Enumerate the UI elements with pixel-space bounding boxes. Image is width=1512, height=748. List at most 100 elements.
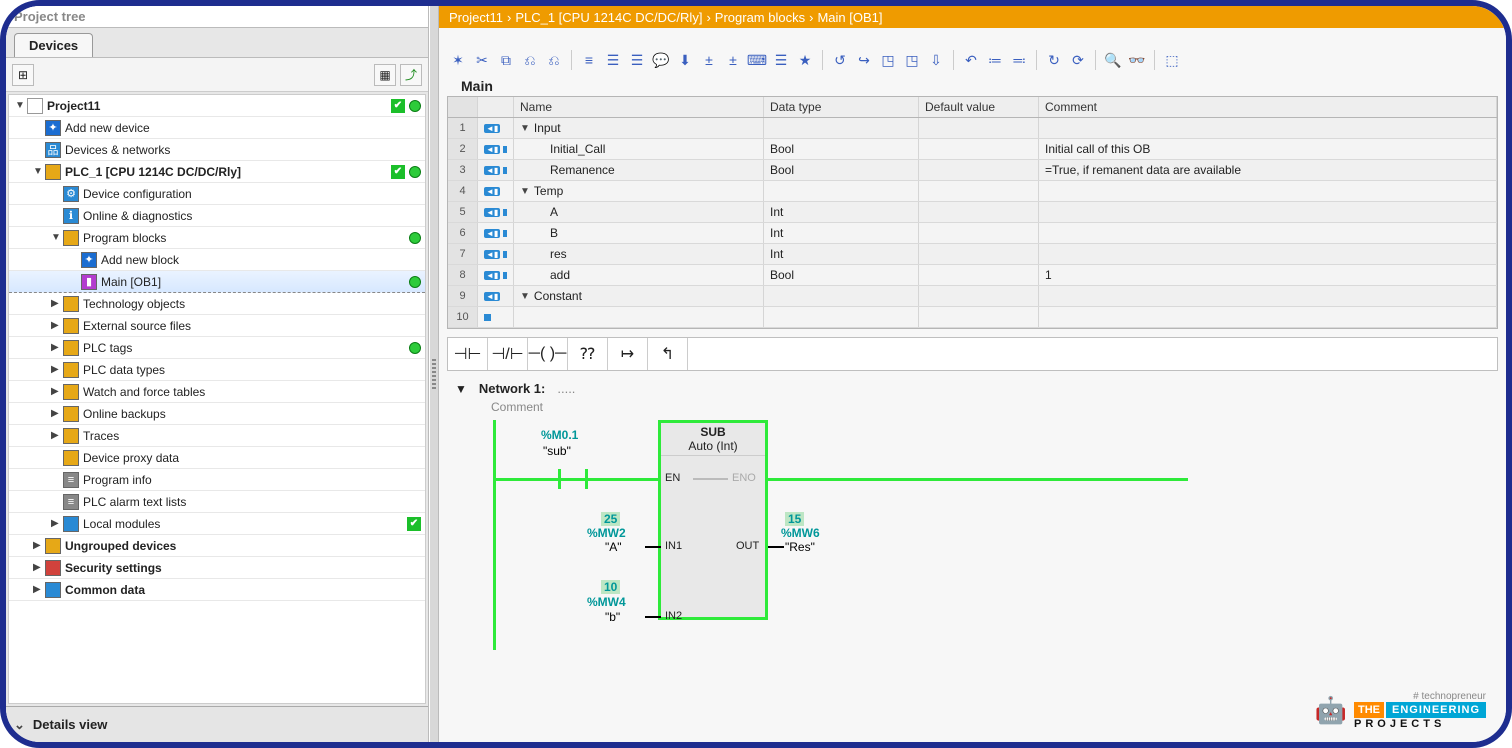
breadcrumb-item[interactable]: PLC_1 [CPU 1214C DC/DC/Rly] — [515, 10, 702, 25]
toolbar-button[interactable]: ☰ — [626, 49, 648, 71]
network-title[interactable]: Network 1: — [479, 381, 545, 396]
tree-item[interactable]: ▶Common data — [9, 579, 425, 601]
tree-item[interactable]: ✦Add new device — [9, 117, 425, 139]
ladder-tool-button[interactable]: ─( )─ — [528, 338, 568, 370]
toolbar-button[interactable]: ⬇ — [674, 49, 696, 71]
col-default[interactable]: Default value — [919, 97, 1039, 117]
ladder-tool-button[interactable]: ⊣⊢ — [448, 338, 488, 370]
toolbar-button[interactable]: ⎌ — [543, 49, 565, 71]
variable-row[interactable]: 1◄▮▼ Input — [448, 118, 1497, 139]
toolbar-button[interactable]: ≕ — [1008, 49, 1030, 71]
vertical-splitter[interactable] — [429, 6, 439, 742]
online-dot-icon — [409, 100, 421, 112]
in1-symbol: "A" — [605, 540, 622, 554]
toolbar-button[interactable]: ☰ — [602, 49, 624, 71]
tree-item[interactable]: ⚙Device configuration — [9, 183, 425, 205]
toolbar-button[interactable]: ↻ — [1043, 49, 1065, 71]
variable-row[interactable]: 4◄▮▼ Temp — [448, 181, 1497, 202]
online-dot-icon — [409, 232, 421, 244]
breadcrumb-item[interactable]: Program blocks — [715, 10, 805, 25]
tree-item[interactable]: ▮Main [OB1] — [9, 271, 425, 293]
panel-pin-icon[interactable]: ▯ — [396, 8, 404, 25]
tree-item[interactable]: ▼PLC_1 [CPU 1214C DC/DC/Rly]✔ — [9, 161, 425, 183]
out-address: %MW6 — [781, 526, 820, 540]
tree-item[interactable]: Device proxy data — [9, 447, 425, 469]
toolbar-button[interactable]: ⟳ — [1067, 49, 1089, 71]
ladder-tool-button[interactable]: ⊣/⊢ — [488, 338, 528, 370]
toolbar-button[interactable]: ⇩ — [925, 49, 947, 71]
network-comment[interactable]: Comment — [443, 398, 1502, 420]
tree-item[interactable]: ≡Program info — [9, 469, 425, 491]
breadcrumb-item[interactable]: Project11 — [449, 10, 503, 25]
variable-row[interactable]: 9◄▮▼ Constant — [448, 286, 1497, 307]
toolbar-button[interactable]: ≡ — [578, 49, 600, 71]
tree-item[interactable]: 品Devices & networks — [9, 139, 425, 161]
variable-row[interactable]: 8◄▮ addBool1 — [448, 265, 1497, 286]
details-view-header[interactable]: ⌄ Details view — [6, 706, 428, 742]
toolbar-button[interactable]: ⧉ — [495, 49, 517, 71]
ladder-tool-button[interactable]: ↦ — [608, 338, 648, 370]
toolbar-button[interactable]: 💬 — [650, 49, 672, 71]
out-symbol: "Res" — [785, 540, 815, 554]
tree-toolbar-grid-icon[interactable]: ▦ — [374, 64, 396, 86]
toolbar-button[interactable]: ⌨ — [746, 49, 768, 71]
in2-value: 10 — [601, 580, 620, 594]
sub-block[interactable]: SUB Auto (Int) — [658, 420, 768, 620]
toolbar-button[interactable]: ↶ — [960, 49, 982, 71]
tree-item[interactable]: ▶Ungrouped devices — [9, 535, 425, 557]
toolbar-button[interactable]: ✂ — [471, 49, 493, 71]
toolbar-button[interactable]: ↺ — [829, 49, 851, 71]
variable-row[interactable]: 7◄▮ resInt — [448, 244, 1497, 265]
tree-item[interactable]: ℹOnline & diagnostics — [9, 205, 425, 227]
toolbar-button[interactable]: ⎌ — [519, 49, 541, 71]
tree-item[interactable]: ≡PLC alarm text lists — [9, 491, 425, 513]
ladder-tool-button[interactable]: ↰ — [648, 338, 688, 370]
toolbar-button[interactable]: 👓 — [1126, 49, 1148, 71]
robot-icon: 🤖 — [1316, 692, 1346, 730]
variable-row[interactable]: 3◄▮ RemanenceBool=True, if remanent data… — [448, 160, 1497, 181]
ladder-diagram[interactable]: %M0.1 "sub" SUB Auto (Int) EN ENO IN1 OU… — [455, 420, 1490, 650]
toolbar-button[interactable]: ◳ — [877, 49, 899, 71]
variable-row[interactable]: 2◄▮ Initial_CallBoolInitial call of this… — [448, 139, 1497, 160]
tab-devices[interactable]: Devices — [14, 33, 93, 57]
breadcrumb-item[interactable]: Main [OB1] — [817, 10, 882, 25]
tree-item[interactable]: ▶External source files — [9, 315, 425, 337]
toolbar-button[interactable]: ◳ — [901, 49, 923, 71]
variable-table[interactable]: Name Data type Default value Comment 1◄▮… — [447, 96, 1498, 329]
toolbar-button[interactable]: ☰ — [770, 49, 792, 71]
variable-row[interactable]: 5◄▮ AInt — [448, 202, 1497, 223]
toolbar-button[interactable]: ± — [722, 49, 744, 71]
tree-item[interactable]: ▶Traces — [9, 425, 425, 447]
toolbar-button[interactable]: ↪ — [853, 49, 875, 71]
toolbar-button[interactable]: ✶ — [447, 49, 469, 71]
tree-item[interactable]: ▶Technology objects — [9, 293, 425, 315]
toolbar-button[interactable]: ★ — [794, 49, 816, 71]
tree-item[interactable]: ✦Add new block — [9, 249, 425, 271]
col-type[interactable]: Data type — [764, 97, 919, 117]
tree-item[interactable]: ▶Watch and force tables — [9, 381, 425, 403]
toolbar-button[interactable]: 🔍 — [1102, 49, 1124, 71]
variable-row[interactable]: 6◄▮ BInt — [448, 223, 1497, 244]
tree-item[interactable]: ▼Project11✔ — [9, 95, 425, 117]
col-name[interactable]: Name — [514, 97, 764, 117]
tree-item[interactable]: ▶Security settings — [9, 557, 425, 579]
variable-row[interactable]: 10 — [448, 307, 1497, 328]
editor-toolbar: ✶✂⧉⎌⎌≡☰☰💬⬇±±⌨☰★↺↪◳◳⇩↶≔≕↻⟳🔍👓⬚ — [443, 46, 1502, 74]
toolbar-button[interactable]: ≔ — [984, 49, 1006, 71]
project-tree[interactable]: ▼Project11✔✦Add new device品Devices & net… — [8, 94, 426, 704]
toolbar-button[interactable]: ± — [698, 49, 720, 71]
tree-item[interactable]: ▶Local modules✔ — [9, 513, 425, 535]
network-collapse-icon[interactable]: ▼ — [455, 382, 467, 396]
panel-collapse-icon[interactable]: ◀ — [409, 8, 420, 25]
tree-item[interactable]: ▼Program blocks — [9, 227, 425, 249]
toolbar-button[interactable]: ⬚ — [1161, 49, 1183, 71]
in2-symbol: "b" — [605, 610, 620, 624]
in2-address: %MW4 — [587, 595, 626, 609]
tree-item[interactable]: ▶PLC tags — [9, 337, 425, 359]
tree-toolbar-refresh-icon[interactable]: ⤴ — [400, 64, 422, 86]
col-comment[interactable]: Comment — [1039, 97, 1497, 117]
tree-item[interactable]: ▶PLC data types — [9, 359, 425, 381]
ladder-tool-button[interactable]: ⁇ — [568, 338, 608, 370]
tree-toolbar-left-icon[interactable]: ⊞ — [12, 64, 34, 86]
tree-item[interactable]: ▶Online backups — [9, 403, 425, 425]
